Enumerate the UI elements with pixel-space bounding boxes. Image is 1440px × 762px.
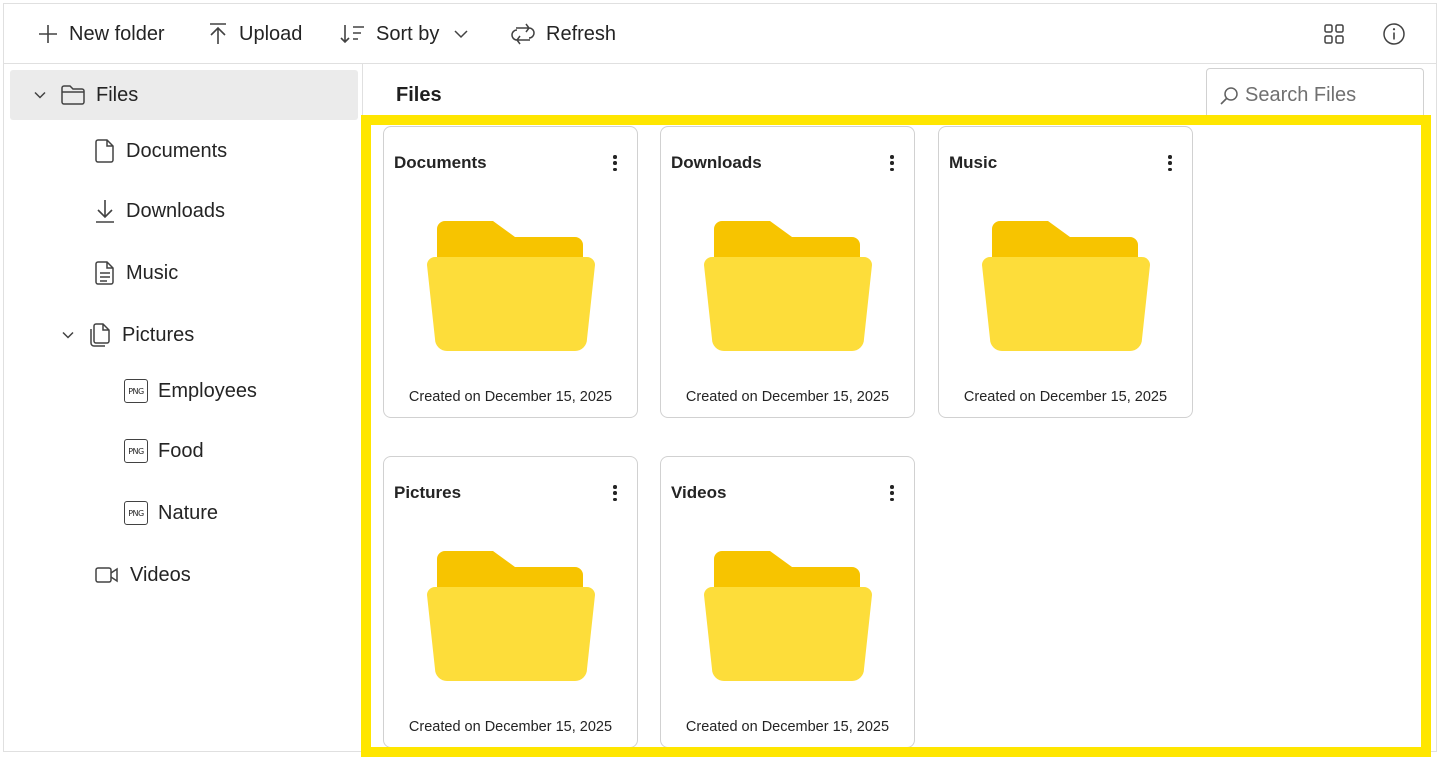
search-icon (1220, 86, 1238, 105)
document-text-icon (95, 261, 114, 285)
upload-label: Upload (239, 22, 303, 45)
upload-icon (210, 23, 226, 44)
tree-item-videos[interactable]: Videos (94, 550, 191, 600)
chevron-down-icon (454, 30, 468, 39)
tree-item-music[interactable]: Music (94, 248, 178, 298)
png-file-icon: PNG (124, 379, 148, 403)
tree-item-files[interactable]: Files (10, 70, 358, 120)
folder-icon (982, 221, 1150, 351)
breadcrumb-files[interactable]: Files (396, 84, 442, 107)
folder-icon (427, 221, 595, 351)
tree-label: Nature (158, 501, 219, 524)
card-date: Created on December 15, 2025 (408, 389, 613, 405)
sort-by-button[interactable]: Sort by (340, 14, 469, 54)
more-options-icon[interactable] (886, 153, 898, 173)
documents-icon (90, 323, 110, 347)
tree-item-food[interactable]: PNG Food (124, 426, 204, 476)
tree-label: Employees (158, 379, 257, 402)
tree-label: Files (96, 83, 139, 106)
folder-icon (61, 85, 85, 105)
folder-card-downloads[interactable]: Downloads Created on December 15, 2025 (660, 126, 915, 418)
toolbar: New folder Upload Sort by Refresh (4, 4, 1436, 64)
folder-icon (427, 551, 595, 681)
more-options-icon[interactable] (886, 483, 898, 503)
sort-by-label: Sort by (376, 22, 440, 45)
video-icon (95, 567, 118, 583)
png-file-icon: PNG (124, 439, 148, 463)
grid-view-button[interactable] (1320, 20, 1348, 48)
png-file-icon: PNG (124, 501, 148, 525)
more-options-icon[interactable] (1164, 153, 1176, 173)
tree-label: Food (158, 439, 204, 462)
folder-card-documents[interactable]: Documents Created on December 15, 2025 (383, 126, 638, 418)
new-folder-button[interactable]: New folder (37, 14, 165, 54)
tree-item-nature[interactable]: PNG Nature (124, 488, 218, 538)
plus-icon (39, 25, 57, 43)
card-title: Documents (394, 153, 487, 172)
info-button[interactable] (1380, 20, 1408, 48)
new-folder-label: New folder (69, 22, 165, 45)
tree-label: Videos (130, 563, 191, 586)
card-date: Created on December 15, 2025 (963, 389, 1168, 405)
chevron-down-icon (62, 331, 74, 339)
card-date: Created on December 15, 2025 (685, 719, 890, 735)
card-date: Created on December 15, 2025 (408, 719, 613, 735)
tree-label: Documents (126, 139, 228, 162)
upload-button[interactable]: Upload (207, 14, 302, 54)
folder-icon (704, 221, 872, 351)
document-icon (95, 139, 114, 163)
card-title: Videos (671, 483, 727, 502)
chevron-down-icon (34, 91, 46, 99)
folder-card-music[interactable]: Music Created on December 15, 2025 (938, 126, 1193, 418)
navigation-pane: Files Documents Downloads Music Pictures… (4, 64, 363, 753)
search-placeholder: Search Files (1245, 84, 1357, 106)
card-title: Downloads (671, 153, 762, 172)
search-input[interactable]: Search Files (1206, 68, 1424, 122)
tree-label: Downloads (126, 199, 225, 222)
card-date: Created on December 15, 2025 (685, 389, 890, 405)
refresh-button[interactable]: Refresh (510, 14, 616, 54)
tree-label: Pictures (122, 323, 195, 346)
more-options-icon[interactable] (609, 483, 621, 503)
tree-item-downloads[interactable]: Downloads (94, 186, 225, 236)
refresh-icon (511, 23, 535, 45)
card-title: Pictures (394, 483, 462, 502)
folder-card-videos[interactable]: Videos Created on December 15, 2025 (660, 456, 915, 748)
tree-item-pictures[interactable]: Pictures (62, 310, 194, 360)
more-options-icon[interactable] (609, 153, 621, 173)
card-title: Music (949, 153, 998, 172)
info-icon (1383, 23, 1405, 45)
grid-icon (1324, 24, 1344, 44)
tree-item-documents[interactable]: Documents (94, 126, 227, 176)
refresh-label: Refresh (546, 22, 617, 45)
sort-icon (340, 25, 364, 44)
tree-label: Music (126, 261, 179, 284)
folder-icon (704, 551, 872, 681)
folder-card-pictures[interactable]: Pictures Created on December 15, 2025 (383, 456, 638, 748)
tree-item-employees[interactable]: PNG Employees (124, 366, 257, 416)
download-icon (96, 200, 114, 223)
